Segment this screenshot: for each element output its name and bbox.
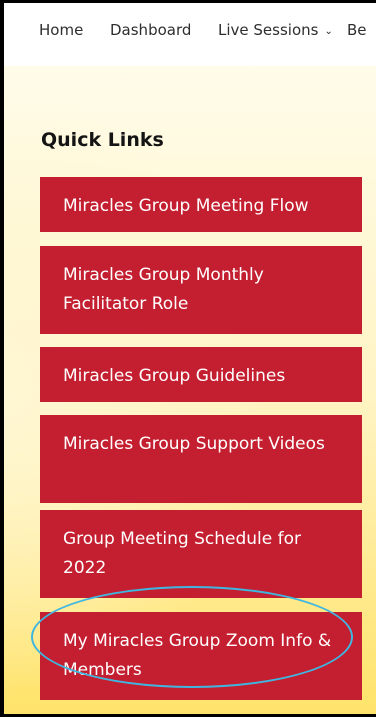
quick-link-meeting-flow[interactable]: Miracles Group Meeting Flow (40, 177, 362, 232)
nav-live-sessions-link[interactable]: Live Sessions ⌄ (218, 21, 333, 39)
nav-live-sessions-label: Live Sessions (218, 21, 319, 39)
quick-links-title: Quick Links (41, 129, 164, 151)
nav-dashboard-link[interactable]: Dashboard (110, 21, 191, 39)
nav-home-link[interactable]: Home (39, 21, 83, 39)
quick-link-meeting-schedule[interactable]: Group Meeting Schedule for 2022 (40, 510, 362, 598)
chevron-down-icon: ⌄ (324, 26, 333, 37)
quick-link-support-videos[interactable]: Miracles Group Support Videos (40, 415, 362, 503)
quick-link-zoom-info[interactable]: My Miracles Group Zoom Info & Members (40, 612, 362, 700)
page-frame: Home Dashboard Live Sessions ⌄ Be Quick L… (4, 3, 376, 714)
quick-link-guidelines[interactable]: Miracles Group Guidelines (40, 347, 362, 402)
nav-truncated-link[interactable]: Be (347, 21, 367, 39)
quick-link-facilitator-role[interactable]: Miracles Group Monthly Facilitator Role (40, 246, 362, 334)
top-navigation: Home Dashboard Live Sessions ⌄ Be (4, 3, 376, 66)
